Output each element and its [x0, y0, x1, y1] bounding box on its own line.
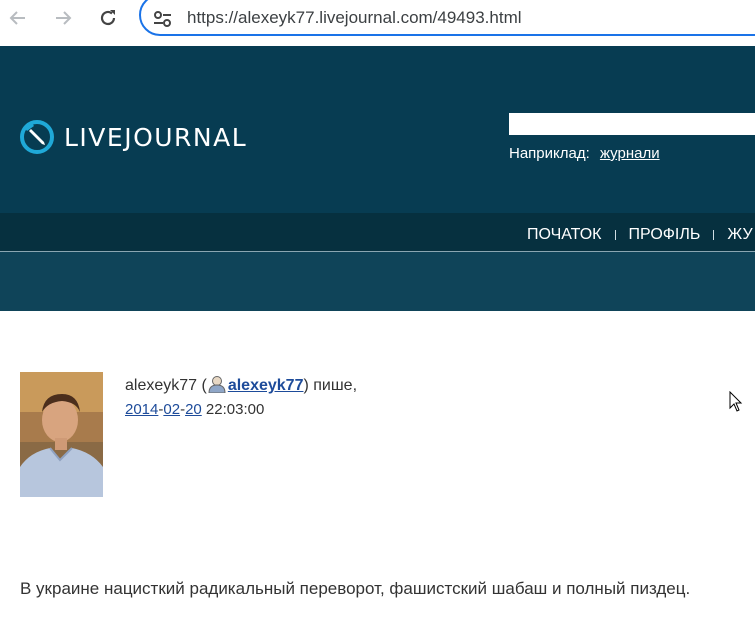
nav-item-home[interactable]: ПОЧАТОК	[527, 226, 602, 244]
url-text[interactable]: https://alexeyk77.livejournal.com/49493.…	[187, 8, 522, 28]
date-day-link[interactable]: 20	[185, 401, 202, 418]
nav-item-journal[interactable]: ЖУ	[727, 226, 752, 244]
site-nav: ПОЧАТОК ПРОФІЛЬ ЖУ	[0, 213, 755, 251]
forward-button[interactable]	[50, 5, 76, 31]
sub-header-bar	[0, 252, 755, 311]
avatar[interactable]	[20, 372, 103, 497]
author-suffix: ) пише,	[303, 377, 358, 394]
mouse-cursor-icon	[729, 391, 743, 412]
arrow-right-icon	[56, 11, 72, 25]
search-hint: Наприклад: журнали	[509, 145, 660, 162]
address-bar[interactable]: https://alexeyk77.livejournal.com/49493.…	[139, 0, 755, 36]
site-header: LIVEJOURNAL Наприклад: журнали	[0, 46, 755, 213]
author-name: alexeyk77	[125, 377, 198, 394]
reload-icon	[100, 10, 116, 26]
nav-divider	[614, 230, 616, 240]
logo-text: LIVEJOURNAL	[64, 122, 248, 152]
back-button[interactable]	[5, 5, 31, 31]
author-link[interactable]: alexeyk77	[228, 377, 304, 394]
arrow-left-icon	[9, 11, 25, 25]
livejournal-pen-icon	[20, 120, 54, 154]
search-hint-link[interactable]: журнали	[600, 145, 660, 162]
date-month-link[interactable]: 02	[163, 401, 180, 418]
search-hint-label: Наприклад:	[509, 145, 590, 162]
nav-item-profile[interactable]: ПРОФІЛЬ	[629, 226, 701, 244]
reload-button[interactable]	[95, 5, 121, 31]
userpic-image	[20, 372, 103, 497]
entry-author-line: alexeyk77 (alexeyk77) пише,	[125, 375, 357, 395]
browser-toolbar: https://alexeyk77.livejournal.com/49493.…	[0, 0, 755, 46]
user-icon[interactable]	[207, 375, 227, 393]
search-input[interactable]	[509, 113, 755, 135]
tune-icon[interactable]	[153, 10, 173, 28]
entry-time: 22:03:00	[205, 401, 265, 418]
date-year-link[interactable]: 2014	[125, 401, 158, 418]
entry-date: 2014-02-20 22:03:00	[125, 401, 265, 418]
nav-divider	[713, 230, 715, 240]
entry-body: В украине нацисткий радикальный переворо…	[20, 579, 691, 598]
livejournal-logo[interactable]: LIVEJOURNAL	[20, 120, 247, 154]
